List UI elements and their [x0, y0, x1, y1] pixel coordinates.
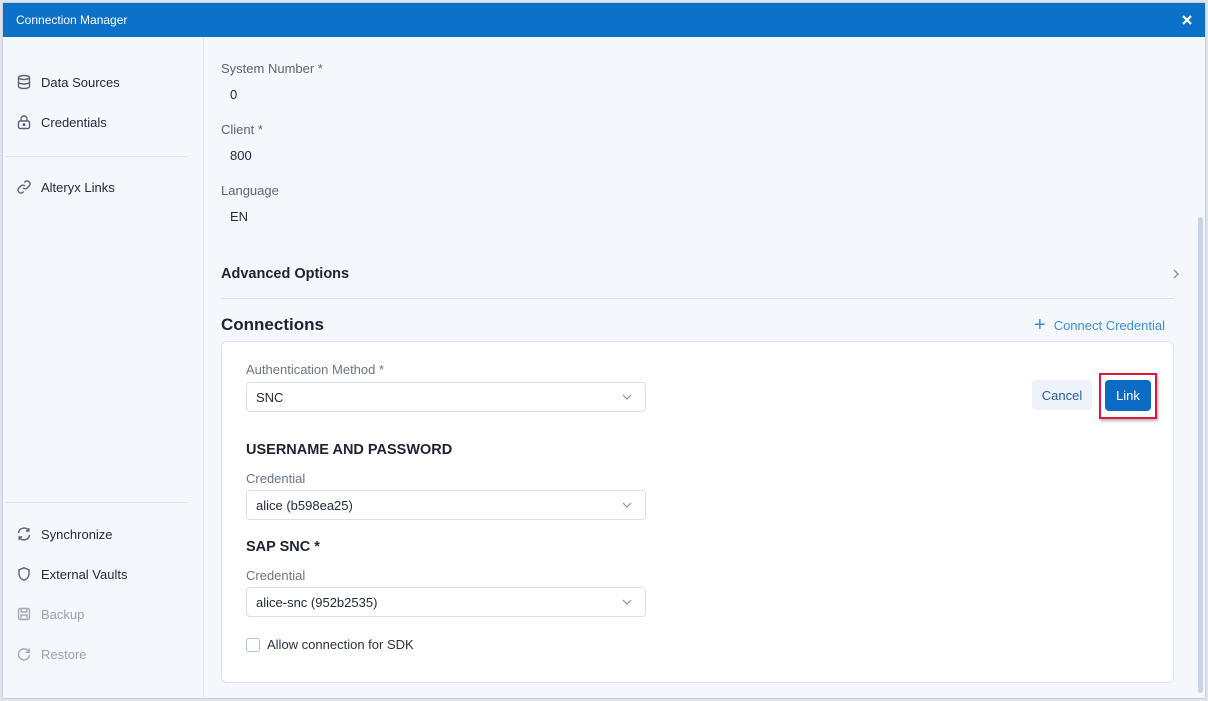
sidebar-item-label: Synchronize	[41, 526, 113, 542]
username-credential-select[interactable]: alice (b598ea25)	[246, 490, 646, 520]
chevron-down-icon	[622, 599, 632, 605]
section-divider	[221, 298, 1174, 299]
sidebar-item-external-vaults[interactable]: External Vaults	[15, 562, 127, 586]
main-content: System Number * 0 Client * 800 Language …	[205, 37, 1195, 698]
connection-card: Authentication Method * SNC Cancel Link …	[221, 341, 1174, 683]
chevron-down-icon	[622, 394, 632, 400]
close-button[interactable]	[1177, 10, 1197, 30]
credential-label: Credential	[246, 471, 306, 486]
connection-manager-window: Connection Manager Data Sources Credenti…	[2, 2, 1206, 699]
sdk-checkbox-label: Allow connection for SDK	[267, 637, 414, 652]
sync-icon	[15, 525, 33, 543]
snc-credential-select[interactable]: alice-snc (952b2535)	[246, 587, 646, 617]
advanced-options-label: Advanced Options	[221, 266, 350, 282]
connections-title: Connections	[221, 315, 324, 334]
sidebar-item-data-sources[interactable]: Data Sources	[15, 70, 120, 94]
lock-icon	[15, 113, 33, 131]
sidebar-divider	[5, 502, 188, 503]
save-icon	[15, 605, 33, 623]
sidebar-item-label: Credentials	[41, 114, 107, 130]
sidebar-item-label: Data Sources	[41, 74, 120, 90]
auth-method-label: Authentication Method *	[246, 362, 385, 377]
auth-method-value: SNC	[256, 389, 284, 405]
language-label: Language	[221, 183, 279, 198]
connect-credential-label: Connect Credential	[1053, 317, 1165, 333]
sidebar-item-alteryx-links[interactable]: Alteryx Links	[15, 175, 115, 199]
title-bar: Connection Manager	[3, 3, 1205, 37]
scrollbar-thumb[interactable]	[1198, 217, 1203, 693]
sidebar-item-label: External Vaults	[41, 566, 128, 582]
close-icon	[1182, 15, 1192, 25]
chevron-right-icon	[1173, 269, 1179, 279]
window-title: Connection Manager	[16, 13, 128, 27]
chevron-down-icon	[622, 502, 632, 508]
link-icon	[15, 178, 33, 196]
sidebar-item-credentials[interactable]: Credentials	[15, 110, 107, 134]
system-number-value: 0	[230, 87, 238, 102]
client-value: 800	[230, 148, 252, 163]
sidebar-item-restore[interactable]: Restore	[15, 642, 87, 666]
auth-method-select[interactable]: SNC	[246, 382, 646, 412]
sidebar-item-label: Backup	[41, 606, 85, 622]
sdk-checkbox-row[interactable]: Allow connection for SDK	[246, 637, 414, 652]
link-button-highlight: Link	[1099, 373, 1157, 419]
username-credential-value: alice (b598ea25)	[256, 497, 353, 513]
connect-credential-button[interactable]: + Connect Credential	[1034, 314, 1165, 336]
scrollbar[interactable]	[1195, 37, 1205, 698]
sidebar-item-label: Restore	[41, 646, 87, 662]
link-button[interactable]: Link	[1105, 380, 1151, 411]
database-icon	[15, 73, 33, 91]
sdk-checkbox[interactable]	[246, 637, 260, 652]
plus-icon: +	[1034, 314, 1046, 336]
restore-icon	[15, 645, 33, 663]
client-label: Client *	[221, 122, 263, 137]
credential-label: Credential	[246, 568, 306, 583]
sidebar-divider	[5, 156, 188, 157]
sap-snc-heading: SAP SNC *	[246, 539, 320, 555]
system-number-label: System Number *	[221, 61, 323, 76]
advanced-options-toggle[interactable]: Advanced Options	[221, 261, 1179, 287]
cancel-button[interactable]: Cancel	[1032, 380, 1092, 410]
snc-credential-value: alice-snc (952b2535)	[256, 594, 378, 610]
language-value: EN	[230, 209, 249, 224]
username-password-heading: USERNAME AND PASSWORD	[246, 442, 453, 458]
shield-icon	[15, 565, 33, 583]
sidebar-item-synchronize[interactable]: Synchronize	[15, 522, 113, 546]
sidebar-item-backup[interactable]: Backup	[15, 602, 84, 626]
sidebar: Data Sources Credentials Alteryx Links S…	[3, 37, 204, 698]
sidebar-item-label: Alteryx Links	[41, 179, 115, 195]
